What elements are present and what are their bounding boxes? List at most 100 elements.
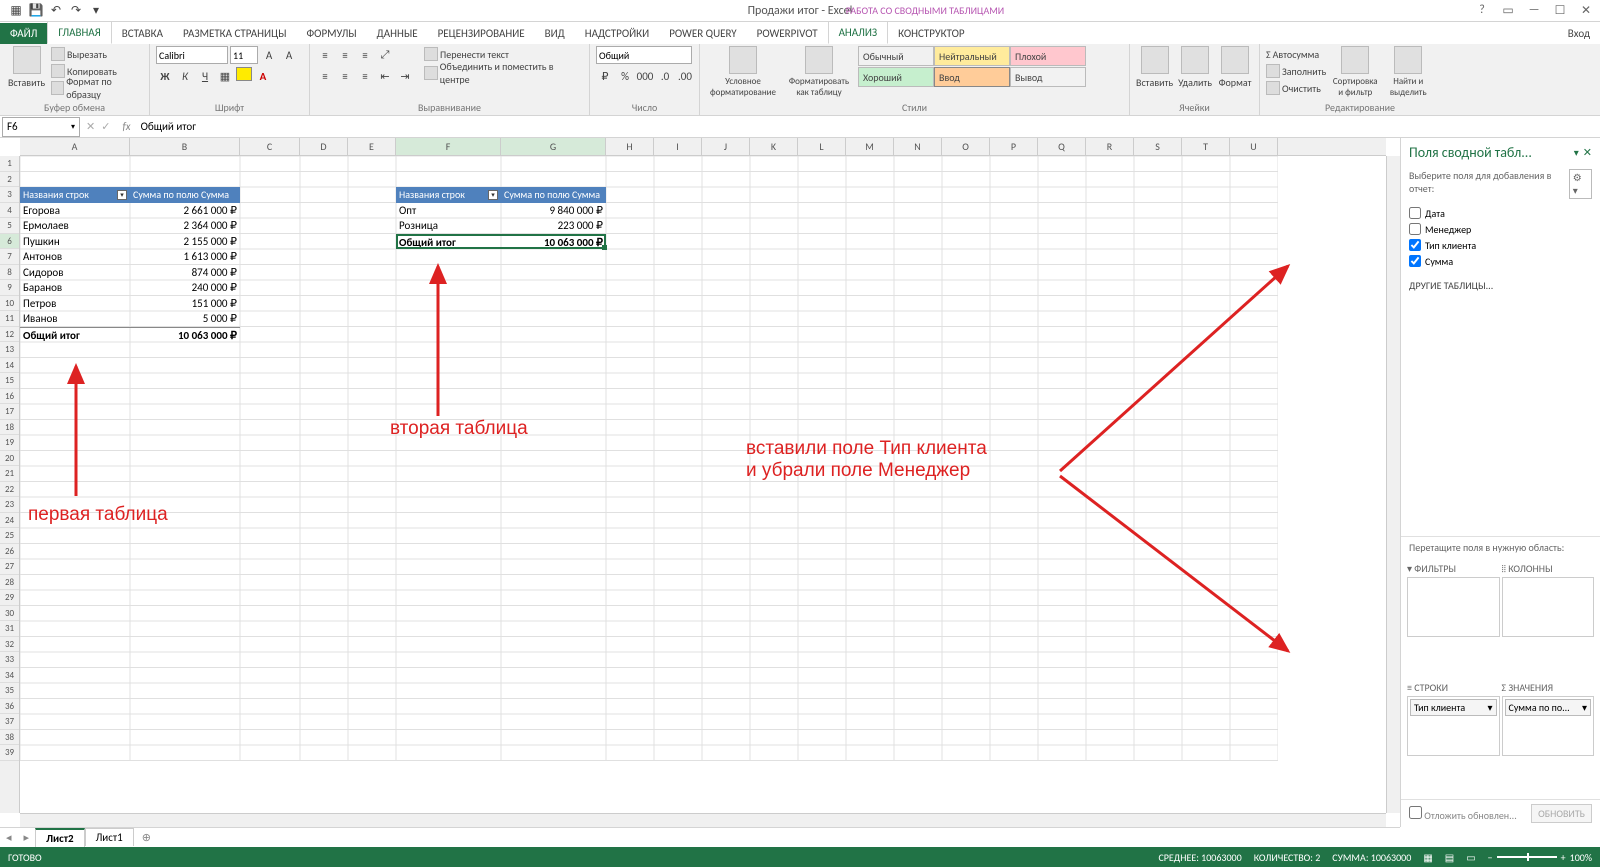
tab-insert[interactable]: ВСТАВКА [112, 23, 173, 44]
tab-powerquery[interactable]: POWER QUERY [659, 23, 746, 44]
cell[interactable]: Общий итог [396, 234, 501, 250]
row-header[interactable]: 14 [0, 358, 19, 374]
row-header[interactable]: 1 [0, 156, 19, 172]
row-header[interactable]: 5 [0, 218, 19, 234]
qat-more-icon[interactable]: ▾ [88, 3, 104, 19]
cell[interactable]: 2 661 000 ₽ [130, 203, 240, 219]
tab-home[interactable]: ГЛАВНАЯ [47, 21, 111, 44]
cell[interactable]: 2 155 000 ₽ [130, 234, 240, 250]
fill-color-button[interactable] [236, 67, 252, 81]
row-header[interactable]: 22 [0, 482, 19, 498]
col-header[interactable]: E [348, 138, 396, 155]
inc-decimal-icon[interactable]: .0 [656, 67, 674, 85]
row-header[interactable]: 8 [0, 265, 19, 281]
row-field-chip[interactable]: Тип клиента▾ [1410, 699, 1497, 716]
col-header[interactable]: K [750, 138, 798, 155]
tab-formulas[interactable]: ФОРМУЛЫ [296, 23, 366, 44]
field-item[interactable]: Дата [1409, 205, 1592, 221]
view-pagebreak-icon[interactable]: ▭ [1466, 851, 1475, 864]
confirm-formula-icon[interactable]: ✓ [101, 120, 110, 133]
tab-addins[interactable]: НАДСТРОЙКИ [575, 23, 659, 44]
percent-icon[interactable]: % [616, 67, 634, 85]
row-header[interactable]: 24 [0, 513, 19, 529]
row-header[interactable]: 18 [0, 420, 19, 436]
cell[interactable]: 5 000 ₽ [130, 311, 240, 327]
value-field-chip[interactable]: Сумма по по...▾ [1505, 699, 1592, 716]
sheet-nav-next-icon[interactable]: ▸ [18, 831, 36, 844]
cell[interactable]: Егорова [20, 203, 130, 219]
orientation-icon[interactable]: ⤢ [376, 46, 394, 64]
formula-input[interactable] [137, 120, 1600, 133]
row-header[interactable]: 37 [0, 714, 19, 730]
delete-cells-button[interactable]: Удалить [1177, 46, 1213, 104]
zoom-in-icon[interactable]: + [1561, 851, 1566, 864]
align-left-icon[interactable]: ≡ [316, 67, 334, 85]
row-header[interactable]: 38 [0, 730, 19, 746]
row-header[interactable]: 17 [0, 404, 19, 420]
row-header[interactable]: 36 [0, 699, 19, 715]
number-format-select[interactable] [596, 46, 692, 64]
row-header[interactable]: 3 [0, 187, 19, 203]
col-header[interactable]: I [654, 138, 702, 155]
field-item[interactable]: Сумма [1409, 253, 1592, 269]
format-painter-button[interactable]: Формат по образцу [51, 80, 143, 96]
fieldpane-close-icon[interactable]: ✕ [1583, 146, 1592, 159]
row-header[interactable]: 11 [0, 311, 19, 327]
zoom-slider[interactable] [1497, 856, 1557, 858]
col-header[interactable]: Q [1038, 138, 1086, 155]
row-header[interactable]: 34 [0, 668, 19, 684]
worksheet-grid[interactable]: ABCDEFGHIJKLMNOPQRSTU 123456789101112131… [0, 138, 1400, 827]
cell[interactable]: 874 000 ₽ [130, 265, 240, 281]
indent-inc-icon[interactable]: ⇥ [396, 67, 414, 85]
row-header[interactable]: 13 [0, 342, 19, 358]
col-header[interactable]: S [1134, 138, 1182, 155]
cell[interactable]: 240 000 ₽ [130, 280, 240, 296]
row-header[interactable]: 32 [0, 637, 19, 653]
tab-analyze[interactable]: АНАЛИЗ [828, 21, 889, 44]
row-header[interactable]: 16 [0, 389, 19, 405]
col-header[interactable]: J [702, 138, 750, 155]
sort-filter-button[interactable]: Сортировка и фильтр [1330, 46, 1380, 104]
cut-button[interactable]: Вырезать [51, 46, 143, 62]
maximize-icon[interactable]: ☐ [1550, 0, 1570, 20]
row-header[interactable]: 23 [0, 497, 19, 513]
merge-center-button[interactable]: Объединить и поместить в центре [424, 65, 583, 81]
align-right-icon[interactable]: ≡ [356, 67, 374, 85]
style-neutral[interactable]: Нейтральный [934, 46, 1010, 66]
conditional-formatting-button[interactable]: Условное форматирова­ние [706, 46, 780, 104]
pivot-header[interactable]: Названия строк▾ [396, 187, 501, 203]
dec-decimal-icon[interactable]: .00 [676, 67, 694, 85]
fieldpane-dropdown-icon[interactable]: ▾ [1574, 146, 1579, 159]
tab-review[interactable]: РЕЦЕНЗИРОВАНИЕ [428, 23, 535, 44]
gear-icon[interactable]: ⚙ ▾ [1569, 169, 1592, 199]
row-header[interactable]: 39 [0, 745, 19, 761]
row-header[interactable]: 6 [0, 234, 19, 250]
sheet-nav-prev-icon[interactable]: ◂ [0, 831, 18, 844]
find-select-button[interactable]: Найти и выделить [1384, 46, 1432, 104]
fx-icon[interactable]: fx [116, 120, 136, 133]
row-header[interactable]: 31 [0, 621, 19, 637]
style-good[interactable]: Хороший [858, 67, 934, 87]
view-normal-icon[interactable]: ▦ [1423, 851, 1432, 864]
zoom-level[interactable]: 100% [1570, 851, 1592, 864]
cell[interactable]: Иванов [20, 311, 130, 327]
insert-cells-button[interactable]: Вставить [1136, 46, 1173, 104]
help-icon[interactable]: ? [1472, 0, 1492, 20]
underline-button[interactable]: Ч [196, 67, 214, 85]
increase-font-icon[interactable]: A [260, 46, 278, 64]
cell[interactable]: Петров [20, 296, 130, 312]
minimize-icon[interactable]: — [1524, 0, 1544, 20]
row-header[interactable]: 9 [0, 280, 19, 296]
sheet-tab-active[interactable]: Лист2 [35, 828, 85, 847]
name-box[interactable]: F6▾ [2, 117, 80, 137]
cell[interactable]: Баранов [20, 280, 130, 296]
italic-button[interactable]: К [176, 67, 194, 85]
area-columns[interactable] [1502, 577, 1595, 637]
cell[interactable]: Опт [396, 203, 501, 219]
col-header[interactable]: P [990, 138, 1038, 155]
cell[interactable]: Розница [396, 218, 501, 234]
col-header[interactable]: G [501, 138, 606, 155]
col-header[interactable]: O [942, 138, 990, 155]
area-filters[interactable] [1407, 577, 1500, 637]
cell[interactable]: 223 000 ₽ [501, 218, 606, 234]
